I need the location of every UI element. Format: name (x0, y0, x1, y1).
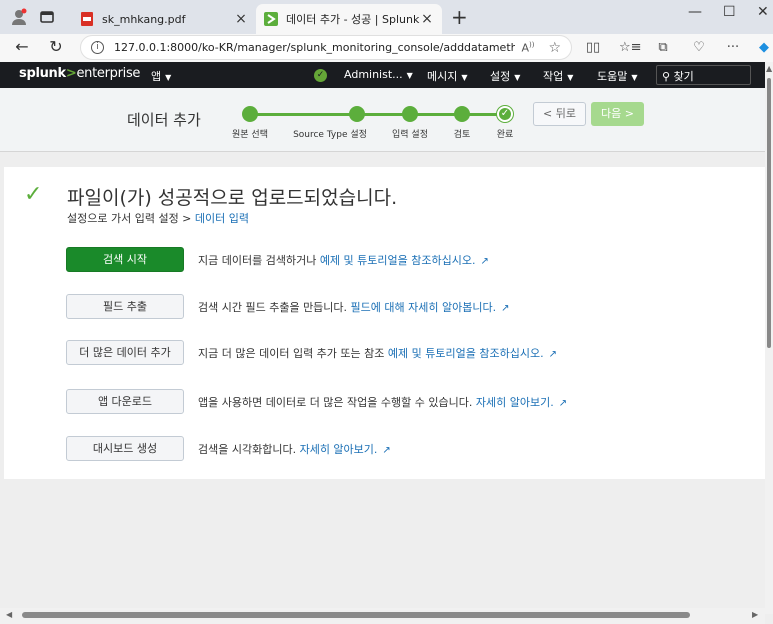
tab-title: 데이터 추가 - 성공 | Splunk 9.1.1 (286, 13, 420, 26)
scroll-up-arrow-icon[interactable]: ▲ (766, 64, 772, 73)
external-link-icon[interactable]: ↗ (559, 398, 567, 409)
external-link-icon[interactable]: ↗ (480, 256, 488, 267)
maximize-icon[interactable]: ☐ (723, 4, 736, 20)
site-info-icon[interactable]: i (91, 41, 104, 54)
new-tab-icon[interactable]: + (451, 7, 468, 27)
extract-fields-button[interactable]: 필드 추출 (66, 294, 184, 319)
create-dashboard-button[interactable]: 대시보드 생성 (66, 436, 184, 461)
start-search-button[interactable]: 검색 시작 (66, 247, 184, 272)
scroll-left-arrow-icon[interactable]: ◀ (6, 610, 12, 619)
action-row-extract: 필드 추출 검색 시간 필드 추출을 만듭니다. 필드에 대해 자세히 알아봅니… (66, 294, 766, 320)
collections-icon[interactable]: ⧉ (653, 38, 673, 58)
vertical-scrollbar-thumb[interactable] (767, 78, 771, 348)
search-input[interactable]: ⚲ 찾기 (656, 65, 751, 85)
close-icon[interactable]: × (420, 11, 434, 27)
external-link-icon[interactable]: ↗ (382, 445, 390, 456)
step-dot (454, 106, 470, 122)
tab-actions-icon[interactable] (38, 8, 56, 26)
url-text: 127.0.0.1:8000/ko-KR/manager/splunk_moni… (114, 41, 516, 54)
fields-learn-link[interactable]: 필드에 대해 자세히 알아봅니다. (351, 301, 497, 314)
back-button[interactable]: < 뒤로 (533, 102, 586, 126)
settings-menu[interactable]: 설정 ▼ (490, 68, 520, 84)
copilot-icon[interactable]: ◆ (754, 38, 773, 58)
minimize-icon[interactable]: — (688, 4, 702, 20)
action-row-add-more: 더 많은 데이터 추가 지금 더 많은 데이터 입력 추가 또는 참조 예제 및… (66, 340, 766, 366)
tab-title: sk_mhkang.pdf (102, 12, 186, 26)
refresh-icon[interactable]: ↻ (46, 37, 66, 57)
step-label: 입력 설정 (392, 130, 428, 140)
step-label: 검토 (453, 130, 471, 140)
search-icon: ⚲ (662, 70, 671, 83)
messages-menu[interactable]: 메시지 ▼ (427, 68, 468, 84)
admin-menu[interactable]: Administ... ▼ (344, 68, 413, 81)
apps-learn-link[interactable]: 자세히 알아보기. (476, 396, 554, 409)
browser-essentials-icon[interactable]: ♡ (689, 38, 709, 58)
address-bar[interactable]: i 127.0.0.1:8000/ko-KR/manager/splunk_mo… (80, 35, 572, 60)
step-dot (242, 106, 258, 122)
more-menu-icon[interactable]: ··· (723, 38, 743, 58)
step-label: 원본 선택 (232, 130, 268, 140)
splunk-header: splunk>enterprise 앱 ▼ ✓ Administ... ▼ 메시지 ▼… (0, 62, 765, 88)
favorites-icon[interactable]: ☆≡ (619, 38, 642, 58)
read-aloud-icon[interactable]: A)) (521, 41, 534, 55)
success-panel: ✓ 파일이(가) 성공적으로 업로드되었습니다. 설정으로 가서 입력 설정 >… (4, 167, 765, 479)
back-arrow-icon[interactable]: ← (12, 37, 32, 57)
dashboard-learn-link[interactable]: 자세히 알아보기. (300, 443, 378, 456)
success-headline: 파일이(가) 성공적으로 업로드되었습니다. (67, 187, 398, 209)
health-status-icon[interactable]: ✓ (314, 69, 327, 82)
help-menu[interactable]: 도움말 ▼ (597, 68, 638, 84)
action-row-search: 검색 시작 지금 데이터를 검색하거나 예제 및 튜토리얼을 참조하십시오. ↗ (66, 247, 766, 273)
step-label: Source Type 설정 (293, 130, 367, 140)
app-menu[interactable]: 앱 ▼ (151, 68, 171, 84)
favorite-star-icon[interactable]: ☆ (548, 40, 561, 56)
action-row-dashboard: 대시보드 생성 검색을 시각화합니다. 자세히 알아보기. ↗ (66, 436, 766, 462)
data-inputs-link[interactable]: 데이터 입력 (195, 212, 249, 225)
tab-splunk[interactable]: 데이터 추가 - 성공 | Splunk 9.1.1 × (256, 4, 442, 34)
step-dot (349, 106, 365, 122)
tab-pdf[interactable]: sk_mhkang.pdf × (72, 4, 256, 34)
examples-link[interactable]: 예제 및 튜토리얼을 참조하십시오. (320, 254, 476, 267)
success-check-icon: ✓ (24, 182, 43, 207)
window-close-icon[interactable]: ✕ (757, 4, 769, 20)
activity-menu[interactable]: 작업 ▼ (543, 68, 573, 84)
splunk-icon (264, 12, 278, 26)
split-screen-icon[interactable]: ▯▯ (583, 38, 603, 58)
breadcrumb: 설정으로 가서 입력 설정 > 데이터 입력 (67, 212, 250, 225)
horizontal-scrollbar-thumb[interactable] (22, 612, 690, 618)
step-label: 완료 (496, 130, 514, 140)
close-icon[interactable]: × (234, 11, 248, 27)
browser-tab-bar: sk_mhkang.pdf × 데이터 추가 - 성공 | Splunk 9.1… (0, 0, 773, 34)
profile-icon[interactable] (10, 8, 28, 26)
scroll-right-arrow-icon[interactable]: ▶ (752, 610, 758, 619)
action-row-apps: 앱 다운로드 앱을 사용하면 데이터로 더 많은 작업을 수행할 수 있습니다.… (66, 389, 766, 415)
examples-link[interactable]: 예제 및 튜토리얼을 참조하십시오. (388, 347, 544, 360)
step-done-check-icon: ✓ (497, 106, 513, 122)
next-button[interactable]: 다음 > (591, 102, 644, 126)
address-toolbar: ← ↻ i 127.0.0.1:8000/ko-KR/manager/splun… (0, 34, 773, 62)
step-dot (402, 106, 418, 122)
page-title: 데이터 추가 (127, 111, 201, 129)
add-more-data-button[interactable]: 더 많은 데이터 추가 (66, 340, 184, 365)
wizard-bar: 데이터 추가 ✓ 원본 선택 Source Type 설정 입력 설정 검토 완… (0, 88, 765, 152)
external-link-icon[interactable]: ↗ (549, 349, 557, 360)
pdf-icon (81, 12, 93, 26)
external-link-icon[interactable]: ↗ (501, 303, 509, 314)
download-apps-button[interactable]: 앱 다운로드 (66, 389, 184, 414)
splunk-logo[interactable]: splunk>enterprise (19, 66, 140, 81)
